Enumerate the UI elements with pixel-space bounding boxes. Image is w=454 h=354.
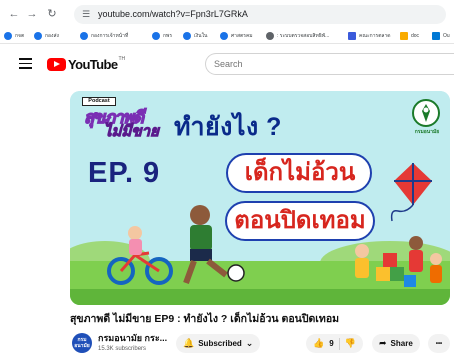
reload-icon[interactable]: ↻ [46, 8, 58, 20]
globe-icon [266, 32, 274, 40]
kite-icon [390, 163, 432, 222]
share-icon: ➦ [379, 338, 387, 348]
youtube-logo[interactable]: YouTube TH [47, 56, 125, 72]
globe-icon [152, 32, 160, 40]
site-info-icon[interactable]: ☰ [82, 9, 93, 20]
bookmark-item[interactable]: doc [400, 31, 419, 41]
divider [338, 337, 340, 350]
youtube-header: YouTube TH Search [0, 45, 454, 83]
bookmark-item[interactable]: ศาสตรคม [220, 31, 253, 41]
video-player[interactable]: Podcast สุขภาพดี ไม่มีขาย ทำยังไง ? EP. … [70, 91, 450, 305]
video-title: สุขภาพดี ไม่มีขาย EP9 : ทำยังไง ? เด็กไม… [70, 313, 340, 325]
episode-label: EP. 9 [88, 157, 161, 189]
thumbnail-question: ทำยังไง ? [174, 113, 282, 141]
podcast-tag: Podcast [82, 97, 116, 106]
bookmark-item[interactable]: กองการเจ้าหน้าที่ [80, 31, 128, 41]
department-name: กรมอนามัย [414, 129, 440, 135]
forward-arrow-icon[interactable]: → [26, 8, 38, 20]
docs-icon [400, 32, 408, 40]
globe-icon [220, 32, 228, 40]
bookmark-item[interactable]: เงินใน [183, 31, 207, 41]
subscribed-button[interactable]: 🔔 Subscribed ⌄ [176, 334, 261, 353]
search-input[interactable]: Search [205, 53, 454, 75]
channel-name[interactable]: กรมอนามัย กระ... [98, 333, 167, 344]
more-actions-button[interactable]: ••• [428, 334, 450, 353]
globe-icon [34, 32, 42, 40]
department-logo-icon [412, 99, 440, 127]
like-count[interactable]: 9 [329, 339, 333, 348]
menu-icon[interactable] [19, 58, 32, 69]
show-logo: สุขภาพดี ไม่มีขาย [83, 107, 159, 140]
globe-icon [4, 32, 12, 40]
bell-icon: 🔔 [183, 338, 195, 348]
dislike-icon[interactable]: 👎 [345, 338, 356, 349]
boy-football-illustration [183, 205, 245, 285]
bookmark-item[interactable]: Ou [432, 31, 450, 41]
youtube-play-icon [47, 57, 66, 71]
bookmark-item[interactable]: : ระบบตรวจสอบสิทธิพั... [266, 31, 329, 41]
url-text[interactable]: youtube.com/watch?v=Fpn3rL7GRkA [98, 8, 248, 21]
bookmark-item[interactable]: กองส่ง [34, 31, 59, 41]
bookmark-item[interactable]: กจต [4, 31, 24, 41]
back-arrow-icon[interactable]: ← [8, 8, 20, 20]
channel-avatar[interactable]: กรมอนามัย [72, 333, 92, 353]
globe-icon [80, 32, 88, 40]
share-button[interactable]: ➦ Share [372, 334, 420, 353]
bookmarks-bar: กจต กองส่ง กองการเจ้าหน้าที่ กพร เงินใน … [0, 28, 454, 44]
search-placeholder: Search [214, 59, 243, 69]
subscriber-count: 15.3K subscribers [98, 346, 147, 352]
headline-line1: เด็กไม่อ้วน [244, 159, 356, 186]
browser-toolbar: ← → ↻ ☰ youtube.com/watch?v=Fpn3rL7GRkA [0, 0, 454, 28]
like-icon[interactable]: 👍 [313, 338, 324, 349]
child-bicycle-illustration [107, 226, 173, 285]
bookmark-square-icon [348, 32, 356, 40]
chevron-down-icon: ⌄ [245, 338, 254, 348]
kids-blocks-illustration [355, 236, 442, 287]
bookmark-item[interactable]: คณะการตลาด [348, 31, 391, 41]
globe-icon [183, 32, 191, 40]
address-bar[interactable]: ☰ youtube.com/watch?v=Fpn3rL7GRkA [74, 5, 446, 24]
outlook-icon [432, 32, 440, 40]
like-dislike-group: 👍 9 👎 [306, 334, 363, 353]
bookmark-item[interactable]: กพร [152, 31, 172, 41]
